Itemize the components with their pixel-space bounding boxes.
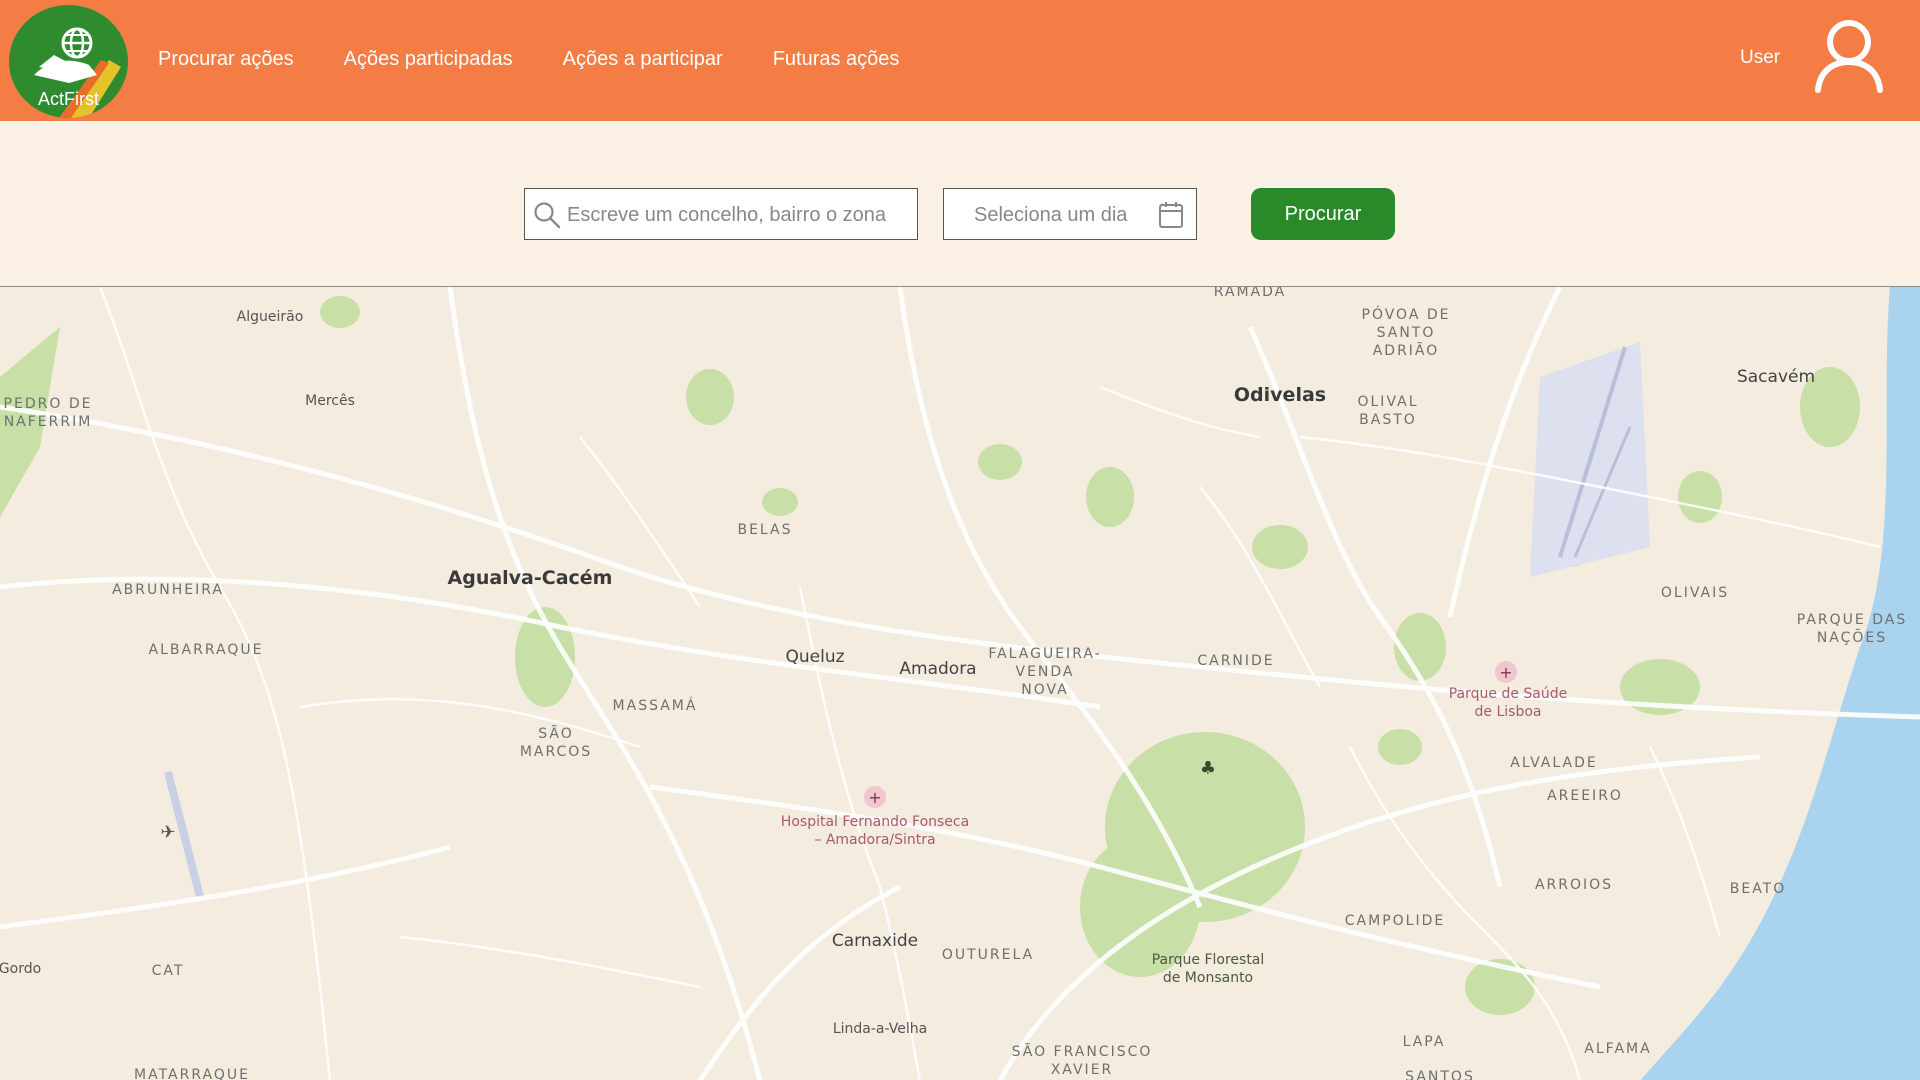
user-label[interactable]: User	[1740, 47, 1780, 69]
map-base-layer: + + ♣ ✈	[0, 287, 1920, 1080]
nav-acoes-a-participar[interactable]: Ações a participar	[563, 48, 723, 71]
map-view[interactable]: + + ♣ ✈ Algueirão Mercês PEDRO DE NAFERR…	[0, 286, 1920, 1080]
svg-text:♣: ♣	[1200, 758, 1216, 779]
nav-acoes-participadas[interactable]: Ações participadas	[344, 48, 513, 71]
actfirst-logo[interactable]: ActFirst	[9, 5, 128, 118]
main-nav: Procurar ações Ações participadas Ações …	[158, 48, 949, 71]
location-search-input[interactable]	[565, 195, 914, 235]
nav-procurar-acoes[interactable]: Procurar ações	[158, 48, 294, 71]
nav-futuras-acoes[interactable]: Futuras ações	[773, 48, 900, 71]
svg-text:✈: ✈	[160, 822, 175, 843]
top-navbar: ActFirst Procurar ações Ações participad…	[0, 0, 1920, 121]
user-icon[interactable]	[1814, 18, 1884, 94]
date-picker-field[interactable]	[943, 188, 1197, 240]
svg-text:+: +	[868, 788, 881, 807]
date-input[interactable]	[972, 195, 1156, 235]
location-search-field[interactable]	[524, 188, 918, 240]
calendar-icon[interactable]	[1158, 201, 1184, 229]
procurar-button[interactable]: Procurar	[1251, 188, 1395, 240]
logo-text: ActFirst	[38, 89, 99, 109]
svg-text:+: +	[1499, 663, 1512, 682]
search-icon	[534, 202, 561, 229]
